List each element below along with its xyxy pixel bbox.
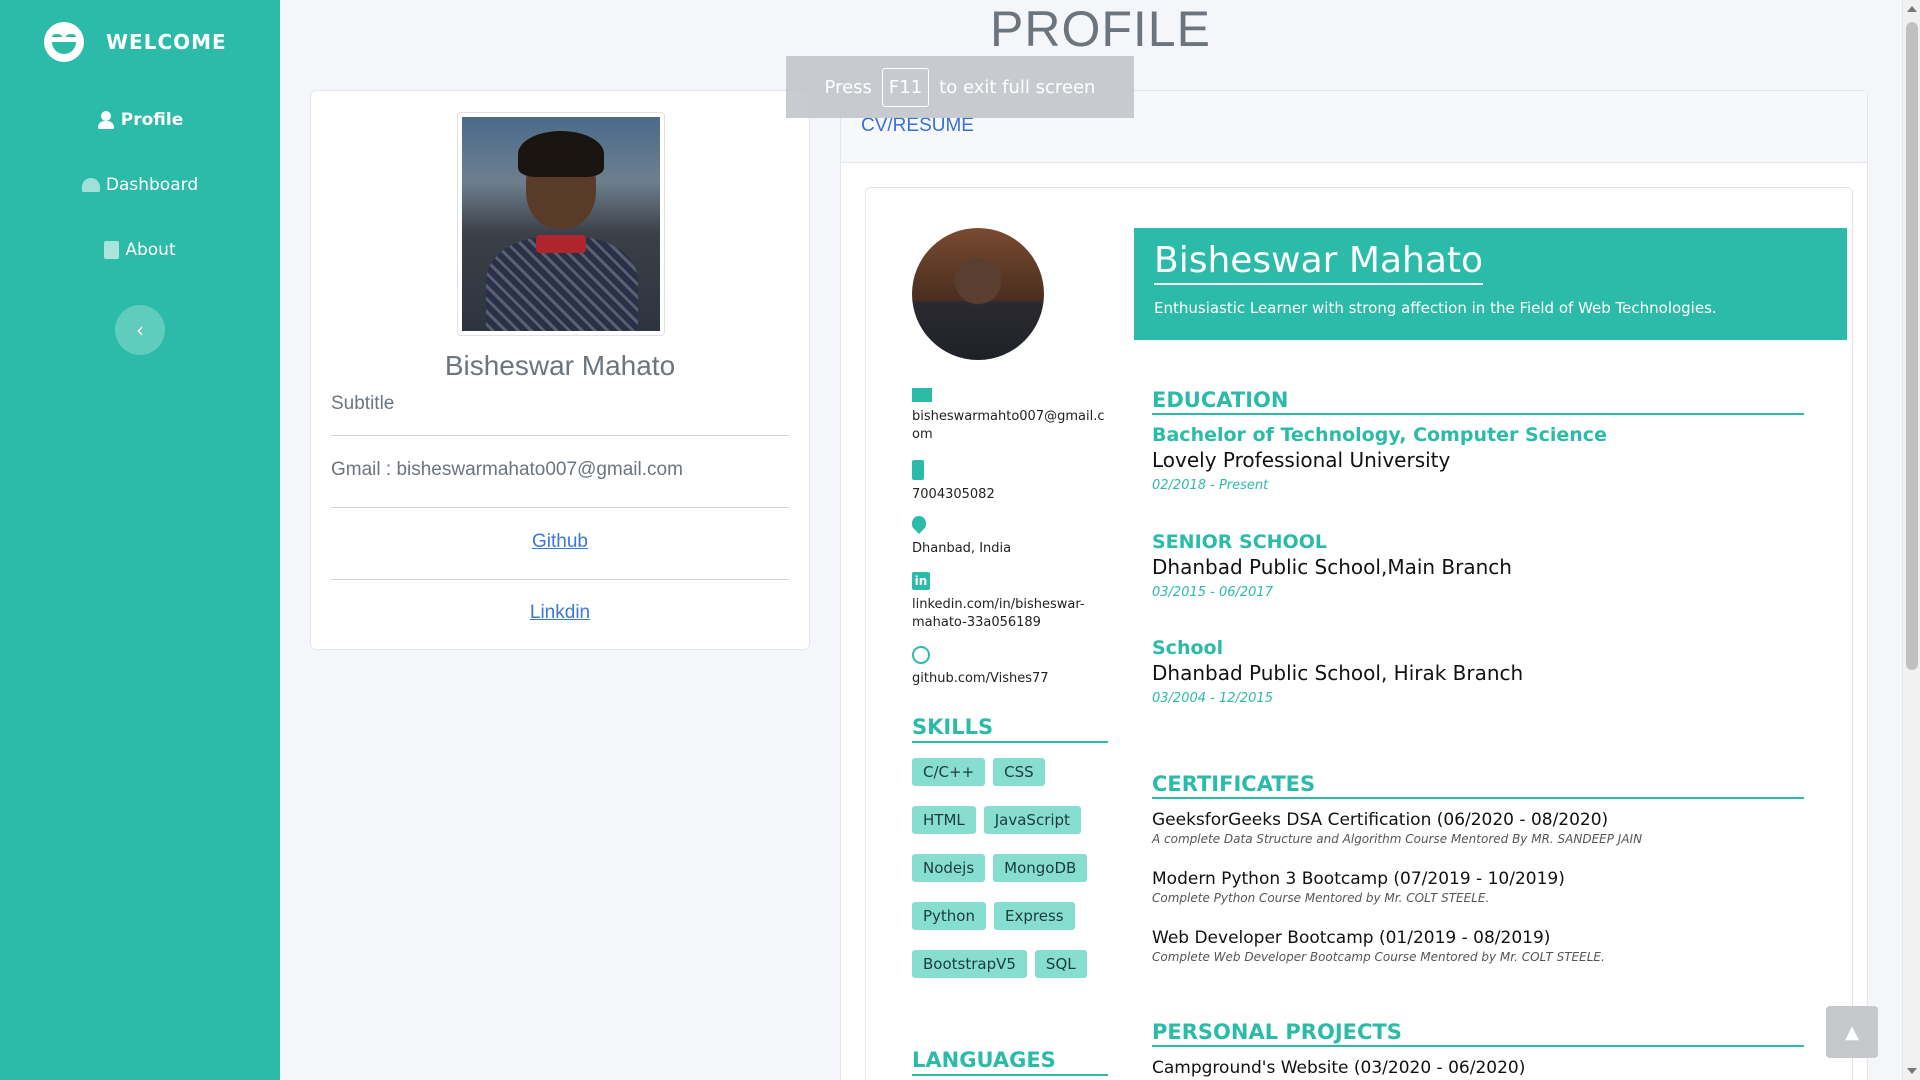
- profile-name: Bisheswar Mahato: [444, 350, 676, 381]
- scroll-up-icon[interactable]: [1907, 6, 1917, 12]
- skill-badge: Express: [994, 902, 1075, 930]
- skill-badge: CSS: [993, 758, 1045, 786]
- linkedin-text: linkedin.com/in/bisheswar-mahato-33a0561…: [912, 597, 1085, 630]
- location-text: Dhanbad, India: [912, 541, 1012, 556]
- certificate-desc: Complete Web Developer Bootcamp Course M…: [1152, 950, 1605, 964]
- education-degree: School: [1152, 637, 1224, 659]
- resume-name: Bisheswar Mahato: [1154, 240, 1484, 285]
- education-school: Dhanbad Public School, Hirak Branch: [1152, 661, 1524, 685]
- certificate-desc: A complete Data Structure and Algorithm …: [1152, 832, 1643, 846]
- languages-title: LANGUAGES: [912, 1048, 1108, 1076]
- divider: [331, 435, 789, 436]
- github-text: github.com/Vishes77: [912, 671, 1049, 686]
- sidebar: WELCOME Profile Dashboard About ‹: [0, 0, 280, 1080]
- skill-badge: Python: [912, 902, 986, 930]
- education-item: Bachelor of Technology, Computer Science…: [1152, 424, 1802, 493]
- scroll-down-icon[interactable]: [1907, 1068, 1917, 1074]
- phone-icon: [912, 460, 924, 480]
- profile-photo: [457, 112, 665, 336]
- certificate-item: Modern Python 3 Bootcamp (07/2019 - 10/2…: [1152, 869, 1802, 905]
- cv-header-title[interactable]: CV/RESUME: [861, 115, 974, 136]
- collapse-sidebar-button[interactable]: ‹: [115, 305, 165, 355]
- sidebar-item-label: Dashboard: [105, 175, 199, 195]
- education-title: EDUCATION: [1152, 388, 1804, 415]
- education-item: School Dhanbad Public School, Hirak Bran…: [1152, 637, 1802, 706]
- sidebar-item-dashboard[interactable]: Dashboard: [0, 165, 280, 205]
- certificate-title: Modern Python 3 Bootcamp (07/2019 - 10/2…: [1152, 869, 1565, 889]
- contact-email: bisheswarmahto007@gmail.com: [912, 388, 1112, 444]
- smiley-logo-icon: [44, 22, 84, 62]
- skill-badge: BootstrapV5: [912, 950, 1027, 978]
- linkedin-link[interactable]: Linkdin: [311, 602, 809, 624]
- skill-badge: SQL: [1034, 950, 1087, 978]
- certificate-title: GeeksforGeeks DSA Certification (06/2020…: [1152, 810, 1609, 830]
- certificate-item: Web Developer Bootcamp (01/2019 - 08/201…: [1152, 928, 1802, 964]
- sidebar-item-label: About: [125, 240, 176, 260]
- skill-badge: C/C++: [912, 758, 986, 786]
- education-degree: SENIOR SCHOOL: [1152, 531, 1327, 553]
- skills-title: SKILLS: [912, 715, 1108, 743]
- sidebar-item-profile[interactable]: Profile: [0, 100, 280, 140]
- contact-github: github.com/Vishes77: [912, 646, 1112, 688]
- github-link[interactable]: Github: [311, 531, 809, 553]
- toast-key: F11: [881, 67, 930, 107]
- profile-gmail: Gmail : bisheswarmahato007@gmail.com: [331, 459, 683, 480]
- phone-text: 7004305082: [912, 487, 995, 502]
- profile-card: Bisheswar Mahato Subtitle Gmail : bishes…: [310, 90, 810, 650]
- profile-subtitle: Subtitle: [331, 393, 395, 414]
- resume-banner: Bisheswar Mahato Enthusiastic Learner wi…: [1134, 228, 1847, 340]
- skill-badge: Nodejs: [912, 854, 986, 882]
- skill-badge: HTML: [912, 806, 976, 834]
- page-title: PROFILE: [990, 1, 1211, 57]
- divider: [331, 507, 789, 508]
- user-icon: [97, 111, 115, 129]
- education-date: 03/2004 - 12/2015: [1152, 691, 1273, 706]
- certificate-item: GeeksforGeeks DSA Certification (06/2020…: [1152, 810, 1802, 846]
- chevron-up-icon: ▲: [1845, 1021, 1859, 1043]
- contact-card-icon: [104, 241, 120, 259]
- certificate-desc: Complete Python Course Mentored by Mr. C…: [1152, 891, 1490, 905]
- toast-text-pre: Press: [824, 76, 872, 98]
- github-icon: [912, 646, 930, 664]
- education-item: SENIOR SCHOOL Dhanbad Public School,Main…: [1152, 531, 1802, 600]
- divider: [331, 579, 789, 580]
- resume-tagline: Enthusiastic Learner with strong affecti…: [1154, 299, 1717, 317]
- cv-panel: CV/RESUME Bisheswar Mahato Enthusiastic …: [840, 90, 1868, 1080]
- resume-avatar: [912, 228, 1044, 360]
- skill-badge: JavaScript: [983, 806, 1081, 834]
- project-title: Campground's Website (03/2020 - 06/2020): [1152, 1058, 1526, 1078]
- education-degree: Bachelor of Technology, Computer Science: [1152, 424, 1607, 446]
- contact-linkedin: in linkedin.com/in/bisheswar-mahato-33a0…: [912, 572, 1112, 632]
- certificate-title: Web Developer Bootcamp (01/2019 - 08/201…: [1152, 928, 1551, 948]
- contact-phone: 7004305082: [912, 460, 1112, 504]
- map-pin-icon: [912, 516, 926, 534]
- skill-badge: MongoDB: [993, 854, 1088, 882]
- chevron-left-icon: ‹: [136, 318, 144, 342]
- dashboard-icon: [81, 178, 100, 192]
- scroll-thumb[interactable]: [1906, 22, 1918, 670]
- back-to-top-button[interactable]: ▲: [1826, 1006, 1878, 1058]
- project-item: Campground's Website (03/2020 - 06/2020): [1152, 1058, 1802, 1078]
- brand[interactable]: WELCOME: [0, 0, 280, 84]
- resume-document: Bisheswar Mahato Enthusiastic Learner wi…: [865, 187, 1853, 1080]
- email-text: bisheswarmahto007@gmail.com: [912, 409, 1105, 442]
- brand-title: WELCOME: [106, 30, 227, 54]
- skills-list: C/C++ CSS HTML JavaScript Nodejs MongoDB…: [912, 758, 1112, 978]
- toast-text-post: to exit full screen: [939, 76, 1096, 98]
- envelope-icon: [912, 388, 932, 402]
- education-school: Lovely Professional University: [1152, 448, 1451, 472]
- certificates-title: CERTIFICATES: [1152, 772, 1804, 799]
- scrollbar[interactable]: [1902, 0, 1920, 1080]
- education-school: Dhanbad Public School,Main Branch: [1152, 555, 1512, 579]
- education-date: 03/2015 - 06/2017: [1152, 585, 1273, 600]
- sidebar-item-label: Profile: [120, 110, 184, 130]
- education-date: 02/2018 - Present: [1152, 478, 1269, 493]
- contact-location: Dhanbad, India: [912, 516, 1112, 558]
- projects-title: PERSONAL PROJECTS: [1152, 1020, 1804, 1047]
- fullscreen-toast: Press F11 to exit full screen: [786, 56, 1134, 118]
- sidebar-item-about[interactable]: About: [0, 230, 280, 270]
- linkedin-icon: in: [912, 572, 930, 590]
